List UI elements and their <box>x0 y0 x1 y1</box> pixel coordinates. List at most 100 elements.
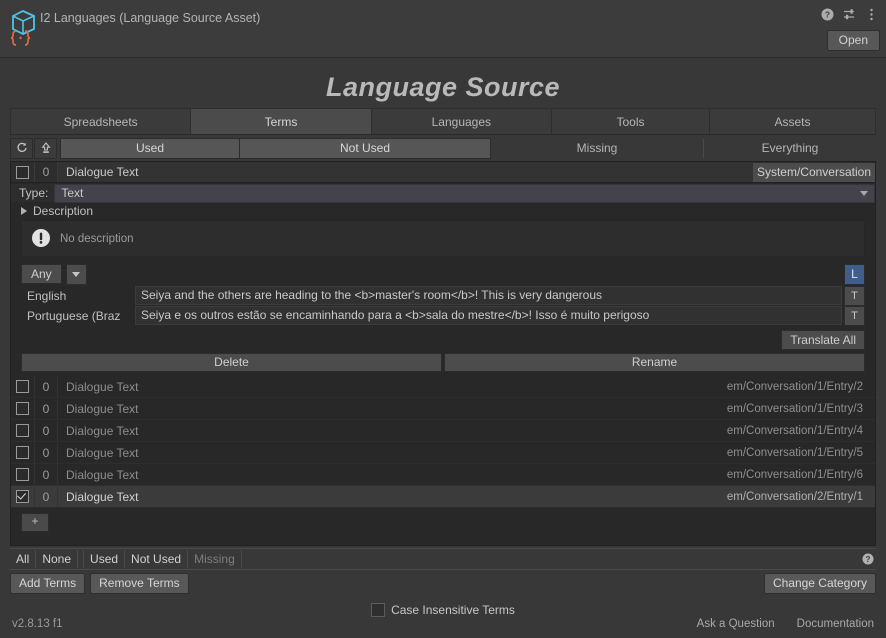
description-box: No description <box>21 220 865 257</box>
table-row[interactable]: 0 Dialogue Text em/Conversation/1/Entry/… <box>11 442 875 464</box>
translate-all-button[interactable]: Translate All <box>781 330 865 350</box>
change-category-button[interactable]: Change Category <box>763 573 876 594</box>
tab-tools[interactable]: Tools <box>551 108 710 134</box>
table-row[interactable]: 0 Dialogue Text em/Conversation/1/Entry/… <box>11 376 875 398</box>
tab-spreadsheets[interactable]: Spreadsheets <box>10 108 192 134</box>
row-term-path: em/Conversation/1/Entry/6 <box>726 468 863 481</box>
row-count: 0 <box>35 420 58 441</box>
any-filter-button[interactable]: Any <box>21 264 62 284</box>
preset-sliders-icon[interactable] <box>843 8 856 21</box>
tab-assets[interactable]: Assets <box>709 108 876 134</box>
selected-term-category[interactable]: System/Conversation <box>752 162 875 182</box>
select-all-button[interactable]: All <box>10 550 37 568</box>
term-type-row: Type: Text <box>11 183 875 203</box>
add-term-button[interactable]: + <box>21 513 49 532</box>
delete-term-button[interactable]: Delete <box>21 353 442 372</box>
asset-header: I2 Languages (Language Source Asset) ? O… <box>0 0 886 58</box>
translation-text-portuguese[interactable]: Seiya e os outros estão se encaminhando … <box>135 306 842 325</box>
row-count: 0 <box>35 398 58 419</box>
table-row[interactable]: 0 Dialogue Text em/Conversation/1/Entry/… <box>11 464 875 486</box>
row-checkbox-cell[interactable] <box>11 442 35 463</box>
row-checkbox-cell[interactable] <box>11 376 35 397</box>
row-checkbox-cell[interactable] <box>11 420 35 441</box>
select-missing-button[interactable]: Missing <box>188 550 242 568</box>
selected-term-checkbox-cell[interactable] <box>11 162 35 182</box>
any-filter-dropdown[interactable] <box>65 263 87 285</box>
table-row-selected[interactable]: 0 Dialogue Text em/Conversation/2/Entry/… <box>11 486 875 508</box>
triangle-right-icon <box>21 206 27 215</box>
case-insensitive-checkbox[interactable] <box>371 603 386 617</box>
add-terms-button[interactable]: Add Terms <box>10 573 86 594</box>
rename-term-button[interactable]: Rename <box>444 353 865 372</box>
help-icon[interactable]: ? <box>821 8 834 21</box>
row-term-path: em/Conversation/1/Entry/4 <box>726 424 863 437</box>
footer-links: Ask a Question Documentation <box>697 618 874 630</box>
description-foldout[interactable]: Description <box>11 202 875 219</box>
table-row[interactable]: 0 Dialogue Text em/Conversation/1/Entry/… <box>11 420 875 442</box>
export-up-icon[interactable] <box>34 137 57 159</box>
ask-question-link[interactable]: Ask a Question <box>697 618 775 630</box>
language-toggle-button[interactable]: L <box>844 263 865 285</box>
tab-terms[interactable]: Terms <box>191 108 372 134</box>
kebab-menu-icon[interactable] <box>865 8 878 21</box>
selected-term-checkbox[interactable] <box>16 165 29 179</box>
term-list: 0 Dialogue Text em/Conversation/1/Entry/… <box>11 376 875 508</box>
row-checkbox-cell[interactable] <box>11 398 35 419</box>
row-term-path: em/Conversation/1/Entry/2 <box>726 380 863 393</box>
row-term-name[interactable]: Dialogue Text <box>58 468 727 482</box>
select-none-button[interactable]: None <box>36 550 79 568</box>
row-term-name[interactable]: Dialogue Text <box>58 490 727 504</box>
case-insensitive-row: Case Insensitive Terms <box>0 603 886 617</box>
selected-term-count: 0 <box>35 162 58 182</box>
language-name-portuguese: Portuguese (Braz <box>27 308 121 323</box>
row-term-path: em/Conversation/1/Entry/3 <box>726 402 863 415</box>
terms-filter-bar: Used Not Used Missing Everything <box>10 137 876 159</box>
row-term-name[interactable]: Dialogue Text <box>58 446 727 460</box>
version-label: v2.8.13 f1 <box>12 618 63 630</box>
chevron-down-icon <box>72 271 81 277</box>
filter-not-used[interactable]: Not Used <box>239 137 491 159</box>
documentation-link[interactable]: Documentation <box>797 618 874 630</box>
translation-text-english[interactable]: Seiya and the others are heading to the … <box>135 286 842 305</box>
open-button[interactable]: Open <box>826 30 880 51</box>
row-checkbox[interactable] <box>16 446 29 459</box>
description-label: Description <box>33 203 94 218</box>
row-term-name[interactable]: Dialogue Text <box>58 402 727 416</box>
table-row[interactable]: 0 Dialogue Text em/Conversation/1/Entry/… <box>11 398 875 420</box>
translate-button-english[interactable]: T <box>844 285 865 306</box>
selected-term-header[interactable]: 0 Dialogue Text System/Conversation <box>11 162 875 183</box>
row-count: 0 <box>35 464 58 485</box>
svg-text:?: ? <box>825 10 830 20</box>
row-count: 0 <box>35 442 58 463</box>
translate-button-portuguese[interactable]: T <box>844 305 865 326</box>
row-checkbox[interactable] <box>16 424 29 437</box>
row-checkbox-cell[interactable] <box>11 486 35 507</box>
refresh-icon[interactable] <box>10 137 33 159</box>
cube-json-icon <box>6 8 40 46</box>
row-checkbox[interactable] <box>16 490 29 503</box>
row-term-name[interactable]: Dialogue Text <box>58 380 727 394</box>
filter-used[interactable]: Used <box>60 137 240 159</box>
filter-everything[interactable]: Everything <box>703 138 876 158</box>
term-type-label: Type: <box>19 186 49 200</box>
case-insensitive-label: Case Insensitive Terms <box>391 603 515 617</box>
row-checkbox[interactable] <box>16 380 29 393</box>
help-circle-icon[interactable]: ? <box>862 553 874 565</box>
row-count: 0 <box>35 376 58 397</box>
remove-terms-button[interactable]: Remove Terms <box>90 573 189 594</box>
select-used-button[interactable]: Used <box>83 550 126 568</box>
filter-missing[interactable]: Missing <box>490 139 704 158</box>
selected-term-name[interactable]: Dialogue Text <box>58 162 753 182</box>
row-term-name[interactable]: Dialogue Text <box>58 424 727 438</box>
row-term-path: em/Conversation/2/Entry/1 <box>726 490 863 503</box>
row-checkbox-cell[interactable] <box>11 464 35 485</box>
select-not-used-button[interactable]: Not Used <box>125 550 189 568</box>
term-management-actions: Add Terms Remove Terms Change Category <box>10 573 876 594</box>
add-term-row: + <box>11 508 875 532</box>
warning-bubble-icon <box>30 228 52 250</box>
row-checkbox[interactable] <box>16 402 29 415</box>
tab-languages[interactable]: Languages <box>371 108 552 134</box>
row-checkbox[interactable] <box>16 468 29 481</box>
term-type-dropdown[interactable]: Text <box>54 183 875 203</box>
description-value: No description <box>60 232 134 245</box>
